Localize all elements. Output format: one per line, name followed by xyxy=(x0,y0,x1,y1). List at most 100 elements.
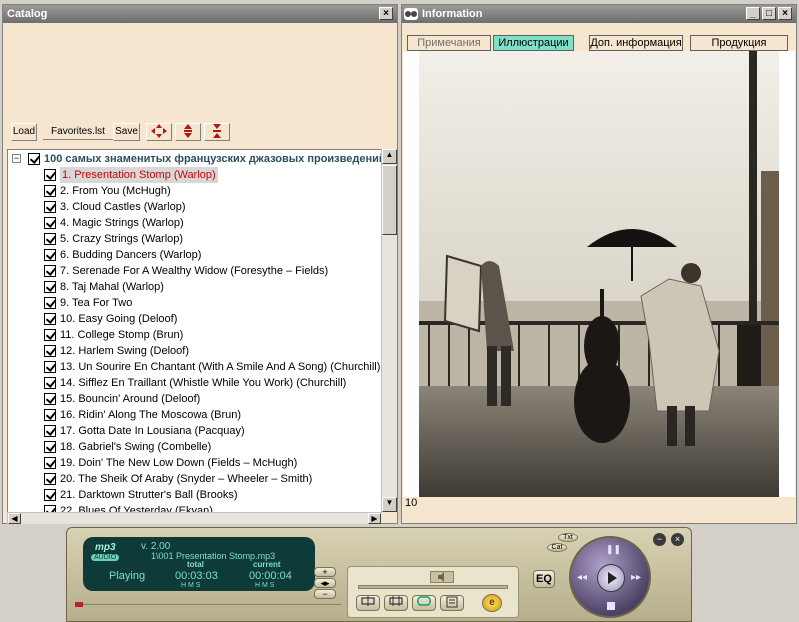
scroll-thumb[interactable] xyxy=(382,165,397,235)
root-checkbox[interactable] xyxy=(28,153,40,165)
minimize-button[interactable]: _ xyxy=(746,7,760,20)
track-row[interactable]: 10. Easy Going (Deloof) xyxy=(8,311,382,327)
information-titlebar[interactable]: Information xyxy=(402,5,796,23)
track-checkbox[interactable] xyxy=(44,201,56,213)
track-checkbox[interactable] xyxy=(44,441,56,453)
playlist-button[interactable] xyxy=(440,595,464,611)
seek-slider[interactable] xyxy=(358,585,508,589)
stop-icon[interactable] xyxy=(607,602,615,610)
transport-wheel[interactable]: ❚❚ ◂◂ ▸▸ xyxy=(569,536,651,618)
track-checkbox[interactable] xyxy=(44,249,56,261)
volume-down-button[interactable]: − xyxy=(314,589,336,599)
track-checkbox[interactable] xyxy=(44,473,56,485)
track-row[interactable]: 8. Taj Mahal (Warlop) xyxy=(8,279,382,295)
track-checkbox[interactable] xyxy=(44,345,56,357)
track-label: 19. Doin' The New Low Down (Fields – McH… xyxy=(60,457,298,469)
track-label: 8. Taj Mahal (Warlop) xyxy=(60,281,164,293)
track-row[interactable]: 20. The Sheik Of Araby (Snyder – Wheeler… xyxy=(8,471,382,487)
scroll-right-button[interactable]: ▶ xyxy=(368,513,381,524)
track-checkbox[interactable] xyxy=(44,393,56,405)
track-row[interactable]: 17. Gotta Date In Lousiana (Pacquay) xyxy=(8,423,382,439)
playback-state: Playing xyxy=(109,570,146,582)
maximize-button[interactable]: □ xyxy=(762,7,776,20)
current-time: 00:00:04 xyxy=(249,570,292,582)
track-checkbox[interactable] xyxy=(44,425,56,437)
track-checkbox[interactable] xyxy=(44,297,56,309)
previous-track-icon[interactable]: ◂◂ xyxy=(577,572,587,583)
track-row[interactable]: 2. From You (McHugh) xyxy=(8,183,382,199)
track-checkbox[interactable] xyxy=(44,265,56,277)
tab-extra-info[interactable]: Доп. информация xyxy=(589,35,683,51)
track-row[interactable]: 6. Budding Dancers (Warlop) xyxy=(8,247,382,263)
track-label: 21. Darktown Strutter's Ball (Brooks) xyxy=(60,489,238,501)
save-button[interactable]: Save xyxy=(113,123,140,141)
track-row[interactable]: 11. College Stomp (Brun) xyxy=(8,327,382,343)
player-minimize-button[interactable]: − xyxy=(653,533,666,546)
track-checkbox[interactable] xyxy=(44,217,56,229)
track-checkbox[interactable] xyxy=(44,409,56,421)
total-time: 00:03:03 xyxy=(175,570,218,582)
catalog-hscrollbar[interactable]: ◀ ▶ xyxy=(7,512,381,524)
tree-root[interactable]: − 100 самых знаменитых французских джазо… xyxy=(8,151,383,167)
track-row[interactable]: 12. Harlem Swing (Deloof) xyxy=(8,343,382,359)
load-button[interactable]: Load xyxy=(11,123,37,141)
track-row[interactable]: 16. Ridin' Along The Moscowa (Brun) xyxy=(8,407,382,423)
text-toggle-button[interactable]: Txt xyxy=(558,533,578,542)
track-row[interactable]: 19. Doin' The New Low Down (Fields – McH… xyxy=(8,455,382,471)
web-icon[interactable]: e xyxy=(482,594,502,612)
track-checkbox[interactable] xyxy=(44,361,56,373)
tab-notes[interactable]: Примечания xyxy=(407,35,491,51)
playback-progress[interactable] xyxy=(75,602,83,607)
move-all-icon[interactable] xyxy=(146,123,172,141)
track-row[interactable]: 14. Sifflez En Traillant (Whistle While … xyxy=(8,375,382,391)
track-row[interactable]: 13. Un Sourire En Chantant (With A Smile… xyxy=(8,359,382,375)
speaker-icon[interactable] xyxy=(430,571,454,583)
pause-icon[interactable]: ❚❚ xyxy=(606,544,621,555)
track-row[interactable]: 21. Darktown Strutter's Ball (Brooks) xyxy=(8,487,382,503)
prev-list-button[interactable] xyxy=(356,595,380,611)
player-close-button[interactable]: × xyxy=(671,533,684,546)
track-checkbox[interactable] xyxy=(44,457,56,469)
collapse-toggle-icon[interactable]: − xyxy=(12,154,21,163)
playlist-file-name: Favorites.lst xyxy=(43,126,113,140)
mp3-logo: mp3 xyxy=(95,542,116,553)
track-row[interactable]: 7. Serenade For A Wealthy Widow (Foresyt… xyxy=(8,263,382,279)
track-checkbox[interactable] xyxy=(44,329,56,341)
equalizer-button[interactable]: EQ xyxy=(533,570,555,588)
repeat-button[interactable] xyxy=(412,595,436,611)
track-checkbox[interactable] xyxy=(44,489,56,501)
track-checkbox[interactable] xyxy=(44,377,56,389)
track-row[interactable]: 4. Magic Strings (Warlop) xyxy=(8,215,382,231)
information-title: Information xyxy=(422,8,483,20)
catalog-vscrollbar[interactable]: ▲ ▼ xyxy=(381,149,397,513)
information-close-button[interactable]: × xyxy=(778,7,792,20)
catalog-close-button[interactable]: × xyxy=(379,7,393,20)
track-checkbox[interactable] xyxy=(44,185,56,197)
track-checkbox[interactable] xyxy=(44,169,56,181)
next-track-icon[interactable]: ▸▸ xyxy=(631,572,641,583)
scroll-left-button[interactable]: ◀ xyxy=(8,513,21,524)
root-label: 100 самых знаменитых французских джазовы… xyxy=(44,153,383,165)
track-checkbox[interactable] xyxy=(44,281,56,293)
track-row[interactable]: 18. Gabriel's Swing (Combelle) xyxy=(8,439,382,455)
catalog-toggle-button[interactable]: Cat xyxy=(547,543,567,552)
move-up-down-icon[interactable] xyxy=(175,123,201,141)
scroll-down-button[interactable]: ▼ xyxy=(382,497,397,512)
track-row[interactable]: 9. Tea For Two xyxy=(8,295,382,311)
track-checkbox[interactable] xyxy=(44,313,56,325)
track-row[interactable]: 3. Cloud Castles (Warlop) xyxy=(8,199,382,215)
playlist-tree: − 100 самых знаменитых французских джазо… xyxy=(7,149,383,513)
catalog-titlebar[interactable]: Catalog xyxy=(3,5,397,23)
next-list-button[interactable] xyxy=(384,595,408,611)
balance-button[interactable]: ◂▸ xyxy=(314,578,336,588)
scroll-up-button[interactable]: ▲ xyxy=(382,149,397,164)
track-row[interactable]: 1. Presentation Stomp (Warlop) xyxy=(8,167,382,183)
track-checkbox[interactable] xyxy=(44,233,56,245)
track-row[interactable]: 15. Bouncin' Around (Deloof) xyxy=(8,391,382,407)
volume-up-button[interactable]: + xyxy=(314,567,336,577)
play-button[interactable] xyxy=(597,564,625,592)
track-row[interactable]: 5. Crazy Strings (Warlop) xyxy=(8,231,382,247)
tab-illustrations[interactable]: Иллюстрации xyxy=(493,35,574,51)
tab-products[interactable]: Продукция xyxy=(690,35,788,51)
collapse-icon[interactable] xyxy=(204,123,230,141)
